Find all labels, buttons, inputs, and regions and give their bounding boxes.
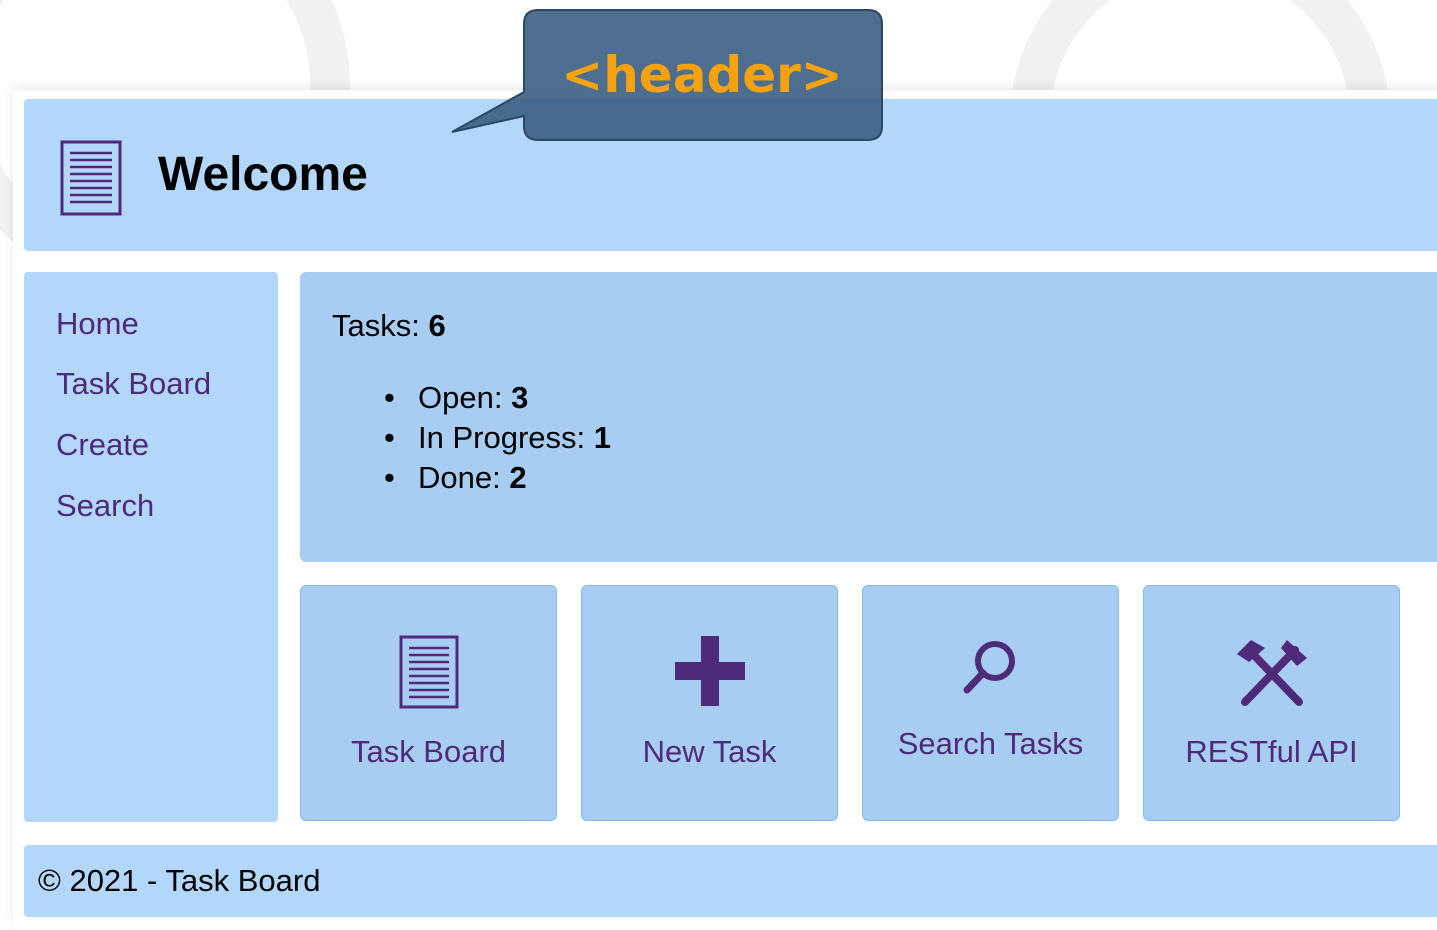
site-footer: © 2021 - Task Board: [24, 845, 1437, 917]
search-icon: [963, 641, 1015, 694]
tasks-label: Tasks:: [332, 308, 420, 343]
status-label: Open:: [418, 380, 503, 415]
status-count: 2: [509, 460, 527, 495]
list-item-done: • Done: 2: [384, 458, 611, 498]
task-stats-panel: Tasks: 6 • Open: 3 • In Progress: 1 • Do…: [300, 272, 1437, 562]
tile-label: New Task: [642, 734, 777, 769]
tasks-count: 6: [428, 308, 446, 343]
tile-label: Search Tasks: [897, 726, 1084, 761]
header-callout: <header>: [450, 8, 890, 148]
footer-copyright: © 2021 - Task Board: [38, 863, 321, 898]
status-label: Done:: [418, 460, 501, 495]
sidebar-nav: Home Task Board Create Search: [24, 272, 278, 822]
callout-label: <header>: [561, 46, 843, 104]
document-list-icon: [60, 140, 122, 216]
tile-search-tasks[interactable]: Search Tasks: [862, 585, 1119, 821]
tile-task-board[interactable]: Task Board: [300, 585, 557, 821]
bullet-icon: •: [384, 380, 395, 415]
tile-label: Task Board: [350, 734, 507, 769]
bullet-icon: •: [384, 460, 395, 495]
tile-new-task[interactable]: New Task: [581, 585, 838, 821]
tile-label: RESTful API: [1185, 734, 1358, 769]
nav-link-task-board[interactable]: Task Board: [56, 366, 211, 402]
list-item-in-progress: • In Progress: 1: [384, 418, 611, 458]
status-label: In Progress:: [418, 420, 586, 455]
nav-link-create[interactable]: Create: [56, 427, 149, 463]
nav-link-home[interactable]: Home: [56, 306, 139, 342]
tasks-total: Tasks: 6: [332, 308, 446, 344]
status-count: 3: [511, 380, 529, 415]
hammer-pick-icon: [1236, 640, 1307, 706]
plus-icon: [674, 636, 745, 706]
nav-link-search[interactable]: Search: [56, 488, 154, 524]
document-list-icon: [399, 635, 458, 709]
page-title: Welcome: [158, 148, 368, 201]
task-status-list: • Open: 3 • In Progress: 1 • Done: 2: [384, 378, 611, 498]
bullet-icon: •: [384, 420, 395, 455]
list-item-open: • Open: 3: [384, 378, 611, 418]
tile-restful-api[interactable]: RESTful API: [1143, 585, 1400, 821]
status-count: 1: [593, 420, 611, 455]
